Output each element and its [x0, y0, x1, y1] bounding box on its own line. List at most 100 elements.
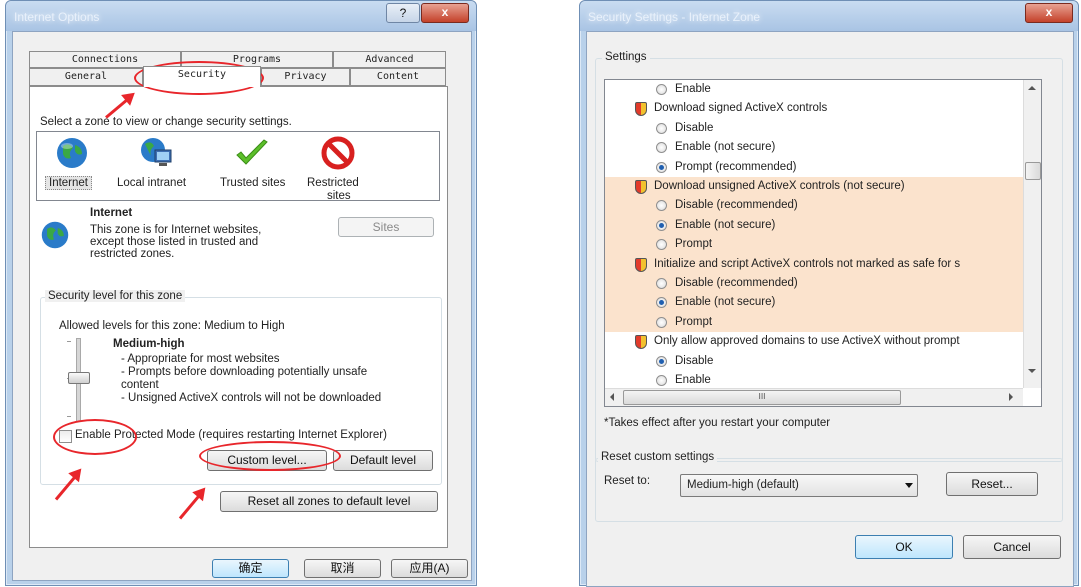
level-bullet-4: - Unsigned ActiveX controls will not be …: [121, 392, 382, 404]
radio-button[interactable]: [656, 278, 667, 289]
zone-info-line1: This zone is for Internet websites,: [90, 224, 262, 236]
globe-icon: [57, 138, 87, 168]
level-bullet-1: - Appropriate for most websites: [121, 353, 280, 365]
security-settings-window: Security Settings - Internet Zone x Sett…: [579, 0, 1079, 587]
zone-label-internet: Internet: [45, 176, 92, 190]
setting-category[interactable]: Only allow approved domains to use Activ…: [605, 332, 1023, 351]
setting-option[interactable]: Enable: [605, 371, 1023, 388]
radio-button[interactable]: [656, 219, 667, 231]
reset-all-zones-button[interactable]: Reset all zones to default level: [220, 491, 438, 512]
settings-client-area: Settings Enable Download signed ActiveX c…: [586, 31, 1074, 587]
radio-button[interactable]: [656, 84, 667, 95]
setting-label: Enable: [675, 83, 711, 95]
restricted-icon: [321, 136, 355, 170]
default-level-button[interactable]: Default level: [333, 450, 433, 471]
horizontal-scrollbar[interactable]: III: [605, 388, 1023, 406]
zone-info-line3: restricted zones.: [90, 248, 175, 260]
zone-local-intranet[interactable]: Local intranet: [117, 136, 197, 194]
radio-button[interactable]: [656, 161, 667, 173]
radio-button[interactable]: [656, 239, 667, 251]
cancel-button[interactable]: 取消: [304, 559, 381, 578]
radio-button[interactable]: [656, 355, 667, 367]
horizontal-scroll-thumb[interactable]: III: [623, 390, 901, 405]
zone-prompt: Select a zone to view or change security…: [40, 116, 292, 128]
setting-option[interactable]: Enable: [605, 80, 1023, 99]
cancel-button[interactable]: Cancel: [963, 535, 1061, 559]
level-bullet-3: content: [121, 379, 159, 391]
security-level-slider[interactable]: [67, 338, 90, 422]
vertical-scrollbar[interactable]: [1023, 80, 1041, 388]
ok-button[interactable]: OK: [855, 535, 953, 559]
zone-restricted-sites[interactable]: Restricted sites: [305, 136, 375, 202]
ok-button[interactable]: 确定: [212, 559, 289, 578]
radio-button[interactable]: [656, 316, 667, 328]
title-bar[interactable]: Internet Options ? x: [6, 1, 476, 31]
setting-category[interactable]: Download signed ActiveX controls: [605, 99, 1023, 118]
settings-group: Settings Enable Download signed ActiveX c…: [595, 51, 1063, 462]
slider-thumb[interactable]: [68, 372, 90, 384]
setting-label: Prompt (recommended): [675, 160, 797, 173]
title-bar[interactable]: Security Settings - Internet Zone x: [580, 1, 1078, 31]
radio-button[interactable]: [656, 375, 667, 386]
setting-option[interactable]: Prompt: [605, 312, 1023, 333]
reset-to-select[interactable]: Medium-high (default): [680, 474, 918, 497]
setting-option[interactable]: Disable: [605, 352, 1023, 371]
setting-option[interactable]: Prompt: [605, 235, 1023, 255]
help-button[interactable]: ?: [386, 3, 420, 23]
setting-label: Download signed ActiveX controls: [654, 102, 828, 115]
zone-label-local-intranet: Local intranet: [117, 177, 187, 189]
setting-option[interactable]: Prompt (recommended): [605, 158, 1023, 177]
shield-icon: [635, 257, 647, 272]
setting-option[interactable]: Enable (not secure): [605, 138, 1023, 157]
tab-privacy[interactable]: Privacy: [261, 68, 350, 86]
zone-label-trusted-sites: Trusted sites: [220, 177, 286, 189]
setting-label: Enable (not secure): [675, 296, 776, 309]
options-client-area: Connections Programs Advanced General Se…: [12, 31, 472, 581]
close-button[interactable]: x: [1025, 3, 1073, 23]
setting-label: Disable: [675, 354, 714, 367]
setting-category[interactable]: Initialize and script ActiveX controls n…: [605, 254, 1023, 274]
annotation-oval-protected-mode: [53, 419, 137, 455]
radio-button[interactable]: [656, 200, 667, 212]
tab-advanced[interactable]: Advanced: [333, 51, 446, 68]
apply-button[interactable]: 应用(A): [391, 559, 468, 578]
reset-custom-settings-group: Reset custom settings Reset to: Medium-h…: [595, 451, 1063, 522]
internet-options-window: Internet Options ? x Connections Program…: [5, 0, 477, 586]
intranet-icon: [141, 138, 172, 166]
setting-option[interactable]: Enable (not secure): [605, 215, 1023, 236]
level-bullet-2: - Prompts before downloading potentially…: [121, 366, 368, 378]
zone-trusted-sites[interactable]: Trusted sites: [220, 136, 290, 194]
zone-list[interactable]: Internet Local intranet Trusted sites Re…: [36, 131, 440, 202]
setting-label: Download unsigned ActiveX controls (not …: [654, 180, 905, 192]
vertical-scroll-thumb[interactable]: [1025, 162, 1041, 180]
setting-option[interactable]: Enable (not secure): [605, 293, 1023, 313]
security-level-name: Medium-high: [113, 338, 185, 350]
zone-info-title: Internet: [90, 207, 133, 219]
reset-button[interactable]: Reset...: [946, 472, 1038, 496]
setting-label: Disable (recommended): [675, 277, 798, 289]
tab-general[interactable]: General: [29, 68, 143, 86]
radio-button[interactable]: [656, 122, 667, 134]
zone-info-line2: except those listed in trusted and: [90, 236, 259, 248]
setting-label: Only allow approved domains to use Activ…: [654, 335, 960, 348]
security-tab-panel: Select a zone to view or change security…: [29, 86, 448, 548]
tab-content[interactable]: Content: [350, 68, 446, 86]
shield-icon: [635, 180, 647, 194]
setting-category[interactable]: Download unsigned ActiveX controls (not …: [605, 177, 1023, 197]
close-button[interactable]: x: [421, 3, 469, 23]
settings-list[interactable]: Enable Download signed ActiveX controls Di…: [604, 79, 1042, 407]
radio-button[interactable]: [656, 297, 667, 309]
security-level-legend: Security level for this zone: [45, 290, 186, 302]
setting-label: Prompt: [675, 315, 713, 328]
zone-internet[interactable]: Internet: [45, 136, 101, 194]
tab-security[interactable]: Security: [143, 66, 261, 87]
sites-button[interactable]: Sites: [338, 217, 434, 237]
radio-button[interactable]: [656, 142, 667, 154]
setting-option[interactable]: Disable: [605, 119, 1023, 138]
settings-items: Enable Download signed ActiveX controls Di…: [605, 80, 1023, 388]
setting-label: Enable: [675, 374, 711, 386]
setting-option[interactable]: Disable (recommended): [605, 196, 1023, 216]
setting-label: Disable: [675, 121, 714, 134]
reset-legend: Reset custom settings: [598, 451, 718, 463]
setting-option[interactable]: Disable (recommended): [605, 274, 1023, 294]
